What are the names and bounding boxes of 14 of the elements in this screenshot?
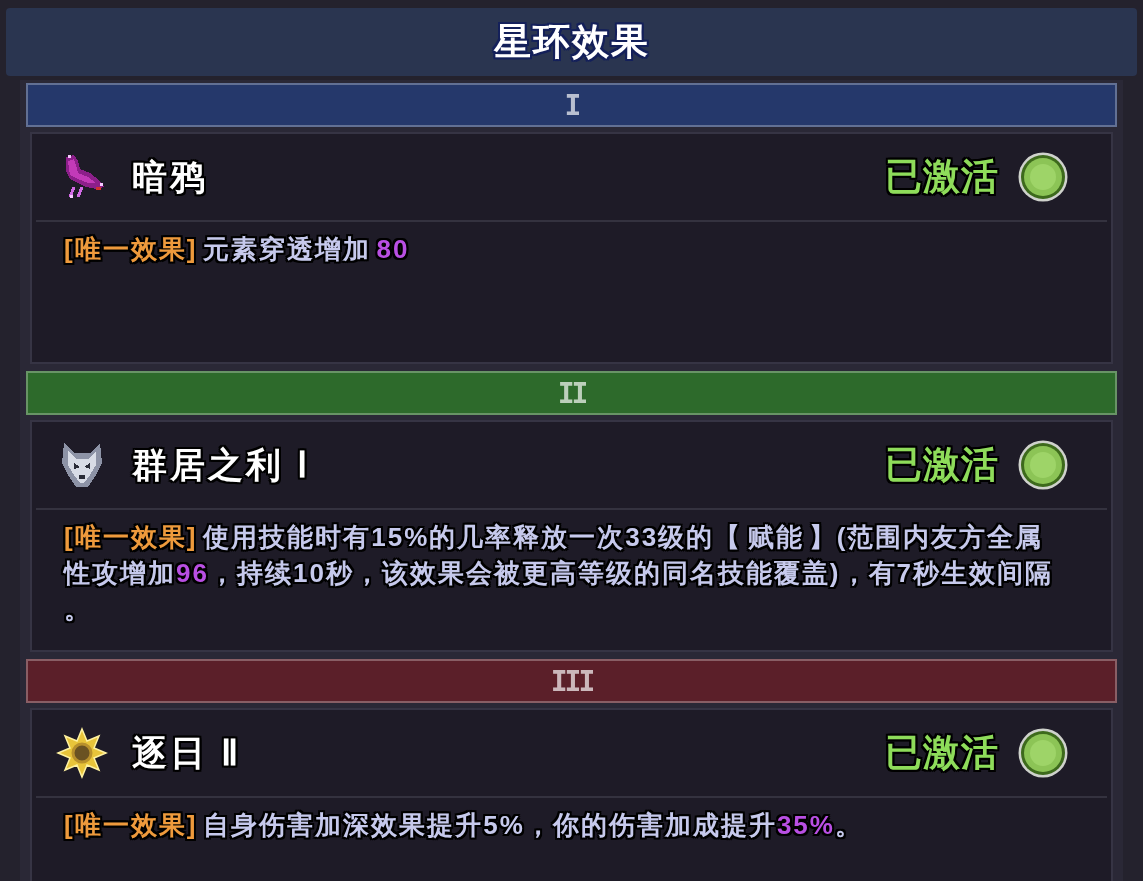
- effect-name: 逐日 Ⅱ: [132, 731, 241, 774]
- tier-banner: III: [26, 659, 1117, 703]
- status-label: 已激活: [885, 731, 999, 775]
- status-label: 已激活: [885, 443, 999, 487]
- effect-description: [唯一效果] 元素穿透增加 80: [63, 233, 411, 266]
- tier-banner: I: [26, 83, 1117, 127]
- effect-description: [唯一效果] 自身伤害加深效果提升5%，你的伤害加成提升35%。: [63, 809, 864, 842]
- tier-banner: II: [26, 371, 1117, 415]
- title-banner: 星环效果: [6, 8, 1137, 76]
- sun-icon: [56, 727, 108, 779]
- status-label: 已激活: [885, 155, 999, 199]
- effect-name: 群居之利 Ⅰ: [132, 443, 310, 486]
- effect-description: [唯一效果] 使用技能时有15%的几率释放一次33级的【 赋能 】(范围内友方全属性攻增加96，持续10秒，该效果会被更高等级的同名技能覆盖)，有7秒生效间隔。: [62, 521, 1054, 626]
- effect-name: 暗鸦: [132, 155, 208, 198]
